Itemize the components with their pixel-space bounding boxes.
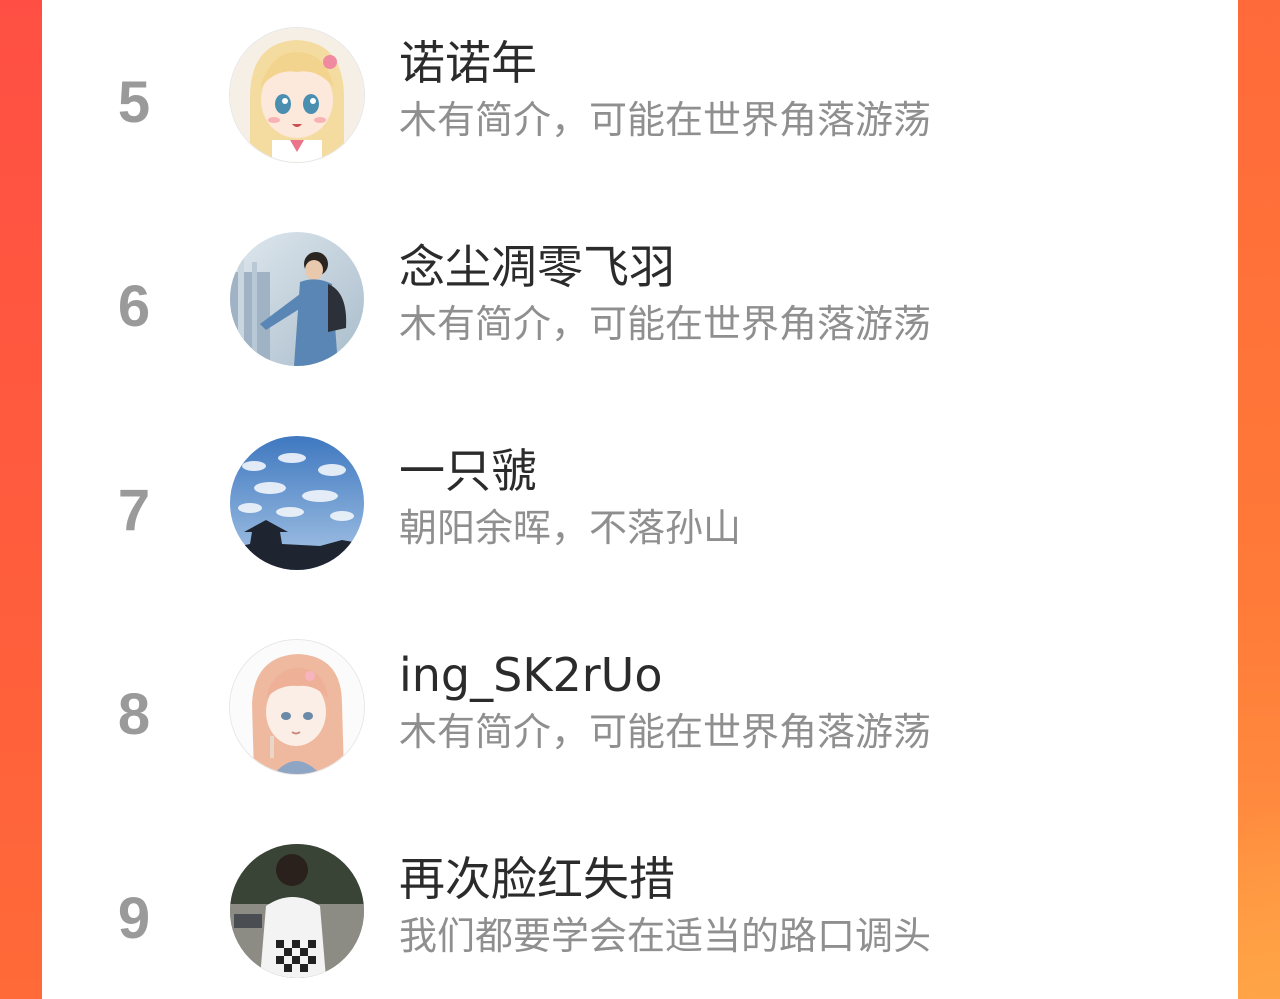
avatar[interactable] — [230, 640, 364, 774]
leaderboard-page: 5 诺诺年 木有简介，可能在世界角落游荡 6 念尘凋零飞羽 木有简介，可能在世界… — [0, 0, 1280, 999]
user-name[interactable]: 再次脸红失措 — [399, 856, 675, 902]
leaderboard-row-9[interactable]: 9 再次脸红失措 我们都要学会在适当的路口调头 — [42, 826, 1238, 999]
user-name[interactable]: 诺诺年 — [399, 40, 537, 86]
leaderboard-row-8[interactable]: 8 ing_SK2rUo 木有简介，可能在世界角落游荡 — [42, 622, 1238, 802]
left-gradient-border — [0, 0, 42, 999]
avatar[interactable] — [230, 844, 364, 978]
leaderboard-row-6[interactable]: 6 念尘凋零飞羽 木有简介，可能在世界角落游荡 — [42, 214, 1238, 394]
avatar[interactable] — [230, 436, 364, 570]
leaderboard-row-7[interactable]: 7 一只虢 朝阳余晖，不落孙山 — [42, 418, 1238, 598]
rank-number: 9 — [117, 886, 151, 951]
sketch-girl-avatar-icon — [230, 640, 364, 774]
leaderboard-row-5[interactable]: 5 诺诺年 木有简介，可能在世界角落游荡 — [42, 10, 1238, 190]
sky-temple-avatar-icon — [230, 436, 364, 570]
rank-number: 6 — [117, 274, 151, 339]
boy-with-backpack-avatar-icon — [230, 232, 364, 366]
user-bio: 我们都要学会在适当的路口调头 — [399, 914, 932, 958]
rank-number: 5 — [117, 70, 151, 135]
leaderboard-card: 5 诺诺年 木有简介，可能在世界角落游荡 6 念尘凋零飞羽 木有简介，可能在世界… — [42, 0, 1238, 999]
anime-girl-avatar-icon — [230, 28, 364, 162]
rank-number: 7 — [117, 478, 151, 543]
girl-back-view-avatar-icon — [230, 844, 364, 978]
user-name[interactable]: 念尘凋零飞羽 — [399, 244, 675, 290]
user-name[interactable]: 一只虢 — [399, 448, 537, 494]
user-bio: 木有简介，可能在世界角落游荡 — [399, 710, 932, 754]
user-bio: 朝阳余晖，不落孙山 — [399, 506, 742, 550]
avatar[interactable] — [230, 232, 364, 366]
avatar[interactable] — [230, 28, 364, 162]
rank-number: 8 — [117, 682, 151, 747]
right-gradient-border — [1238, 0, 1280, 999]
user-name[interactable]: ing_SK2rUo — [399, 652, 663, 698]
user-bio: 木有简介，可能在世界角落游荡 — [399, 98, 932, 142]
user-bio: 木有简介，可能在世界角落游荡 — [399, 302, 932, 346]
